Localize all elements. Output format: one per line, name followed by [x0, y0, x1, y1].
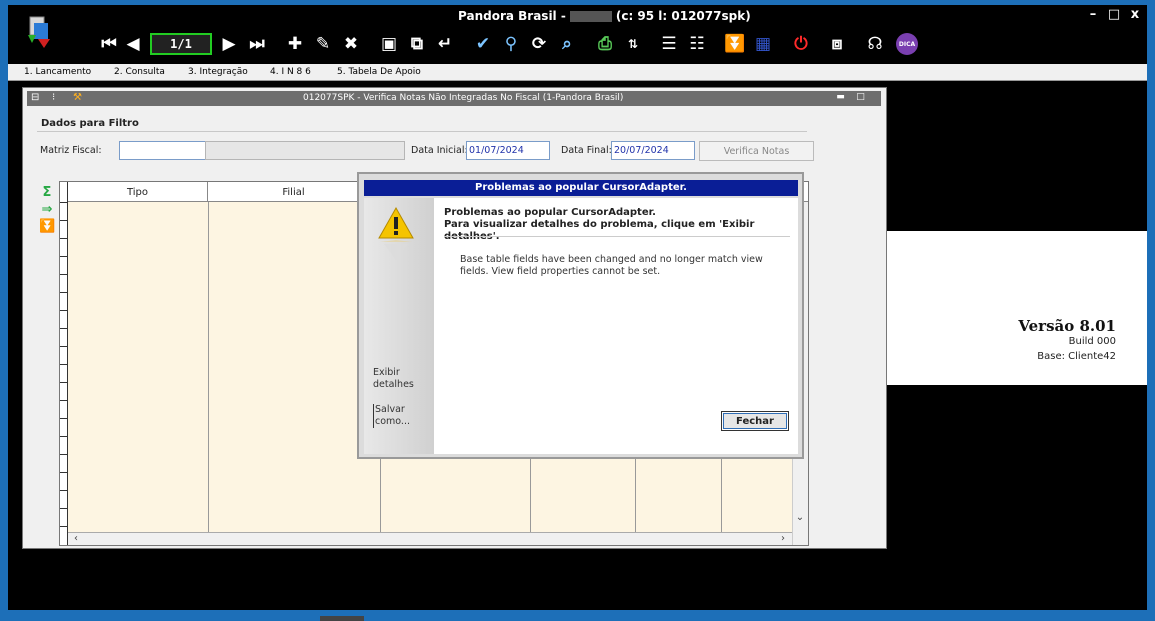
- dialog-heading: Problemas ao popular CursorAdapter. Para…: [444, 207, 798, 243]
- horizontal-scrollbar[interactable]: ‹ ›: [68, 532, 792, 545]
- edit-icon[interactable]: ✎: [312, 32, 334, 56]
- wrench-icon[interactable]: ⚒: [73, 92, 85, 104]
- minimize-button[interactable]: –: [1084, 7, 1102, 22]
- warning-icon: [378, 206, 414, 260]
- taskbar-fragment: [320, 616, 364, 621]
- dialog-divider: [444, 236, 790, 237]
- column-filial[interactable]: Filial: [208, 182, 380, 202]
- power-icon[interactable]: ⏻: [790, 32, 812, 56]
- last-icon[interactable]: ⏭: [246, 32, 268, 56]
- close-button[interactable]: x: [1126, 7, 1144, 22]
- first-icon[interactable]: ⏮: [98, 32, 120, 56]
- prev-icon[interactable]: ◀: [122, 32, 144, 56]
- dialog-heading-line1: Problemas ao popular CursorAdapter.: [444, 207, 656, 218]
- menu-integracao[interactable]: 3. Integração: [188, 67, 248, 77]
- dialog-content: Problemas ao popular CursorAdapter. Para…: [434, 198, 798, 454]
- data-inicial-input[interactable]: 01/07/2024: [466, 141, 550, 160]
- matriz-input[interactable]: [119, 141, 207, 160]
- menu-lancamento[interactable]: 1. Lancamento: [24, 67, 91, 77]
- exibir-detalhes-link[interactable]: Exibir detalhes: [373, 367, 434, 391]
- title-bar: Pandora Brasil - (c: 95 l: 012077spk) – □…: [8, 5, 1147, 27]
- child-restore-button[interactable]: □: [855, 93, 866, 103]
- verifica-notas-button[interactable]: Verifica Notas: [699, 141, 814, 161]
- dialog-heading-line2: Para visualizar detalhes do problema, cl…: [444, 219, 755, 242]
- base-text: Base: Cliente42: [1037, 351, 1116, 362]
- restore-button[interactable]: □: [1105, 7, 1123, 22]
- scroll-down-icon[interactable]: ⌄: [793, 512, 807, 523]
- title-suffix: (c: 95 l: 012077spk): [615, 9, 751, 23]
- clear-icon[interactable]: ✔: [472, 32, 494, 56]
- filter-divider: [37, 131, 807, 132]
- scroll-right-icon[interactable]: ›: [776, 533, 790, 544]
- column-tipo[interactable]: Tipo: [68, 182, 208, 202]
- pager-display[interactable]: 1/1: [150, 33, 212, 55]
- copy-icon[interactable]: ⧉: [406, 32, 428, 56]
- dialog-title: Problemas ao popular CursorAdapter.: [364, 180, 798, 196]
- scroll-left-icon[interactable]: ‹: [69, 533, 83, 544]
- add-icon[interactable]: ✚: [284, 32, 306, 56]
- data-final-label: Data Final:: [561, 145, 612, 156]
- window-title: Pandora Brasil - (c: 95 l: 012077spk): [458, 9, 751, 23]
- menu-tabela-apoio[interactable]: 5. Tabela De Apoio: [337, 67, 421, 77]
- dialog-side-panel: Exibir detalhes Salvar como...: [364, 198, 434, 454]
- child-minimize-button[interactable]: ▬: [835, 93, 846, 103]
- menu-in86[interactable]: 4. I N 8 6: [270, 67, 311, 77]
- next-icon[interactable]: ▶: [218, 32, 240, 56]
- error-dialog: Problemas ao popular CursorAdapter. Exib…: [357, 172, 804, 459]
- database-icon[interactable]: ▦: [752, 32, 774, 56]
- data-final-input[interactable]: 20/07/2024: [611, 141, 695, 160]
- title-prefix: Pandora Brasil -: [458, 9, 566, 23]
- dialog-message: Base table fields have been changed and …: [460, 254, 763, 277]
- app-logo-icon: [28, 16, 50, 48]
- build-text: Build 000: [1068, 336, 1116, 347]
- support-icon[interactable]: ☊: [864, 32, 886, 56]
- matriz-description-field: [205, 141, 405, 160]
- export-icon[interactable]: ⇒: [39, 202, 55, 217]
- sort-icon[interactable]: ⇅: [622, 32, 644, 56]
- salvar-como-link[interactable]: Salvar como...: [373, 404, 434, 428]
- filter-header: Dados para Filtro: [41, 118, 139, 129]
- child-title: 012077SPK - Verifica Notas Não Integrada…: [303, 93, 624, 103]
- remote-icon[interactable]: ⧈: [826, 32, 848, 56]
- grid-row-header: [60, 182, 68, 545]
- save-icon[interactable]: ▣: [378, 32, 400, 56]
- menu-bar: 1. Lancamento 2. Consulta 3. Integração …: [8, 64, 1147, 81]
- fechar-button[interactable]: Fechar: [721, 411, 789, 431]
- window-frame: Pandora Brasil - (c: 95 l: 012077spk) – □…: [0, 0, 1155, 621]
- download-icon[interactable]: ⏬: [724, 32, 746, 56]
- matriz-label: Matriz Fiscal:: [40, 145, 102, 156]
- print-icon[interactable]: ⎙: [594, 32, 616, 56]
- expand-icon[interactable]: ⏬: [39, 219, 55, 234]
- search-icon[interactable]: ⚲: [500, 32, 522, 56]
- sum-icon[interactable]: Σ: [39, 185, 55, 200]
- refresh-icon[interactable]: ⟳: [528, 32, 550, 56]
- grid-column-divider: [208, 202, 209, 532]
- app-window: Pandora Brasil - (c: 95 l: 012077spk) – □…: [8, 5, 1147, 610]
- traffic-light-icon[interactable]: ⁝: [52, 92, 64, 104]
- child-title-bar: ⊟ ⁝ ⚒ 012077SPK - Verifica Notas Não Int…: [27, 91, 881, 106]
- preview-icon[interactable]: ⌕: [556, 32, 578, 56]
- redacted-block: [569, 11, 612, 22]
- confirm-icon[interactable]: ↵: [434, 32, 456, 56]
- version-text: Versão 8.01: [1018, 317, 1116, 335]
- list-add-icon[interactable]: ☰: [658, 32, 680, 56]
- delete-icon[interactable]: ✖: [340, 32, 362, 56]
- form-icon[interactable]: ⊟: [31, 92, 43, 104]
- dica-icon[interactable]: DICA: [896, 32, 918, 56]
- list-icon[interactable]: ☷: [686, 32, 708, 56]
- dica-label: DICA: [896, 33, 918, 55]
- data-inicial-label: Data Inicial:: [411, 145, 468, 156]
- version-panel: Versão 8.01 Build 000 Base: Cliente42: [887, 231, 1147, 385]
- menu-consulta[interactable]: 2. Consulta: [114, 67, 165, 77]
